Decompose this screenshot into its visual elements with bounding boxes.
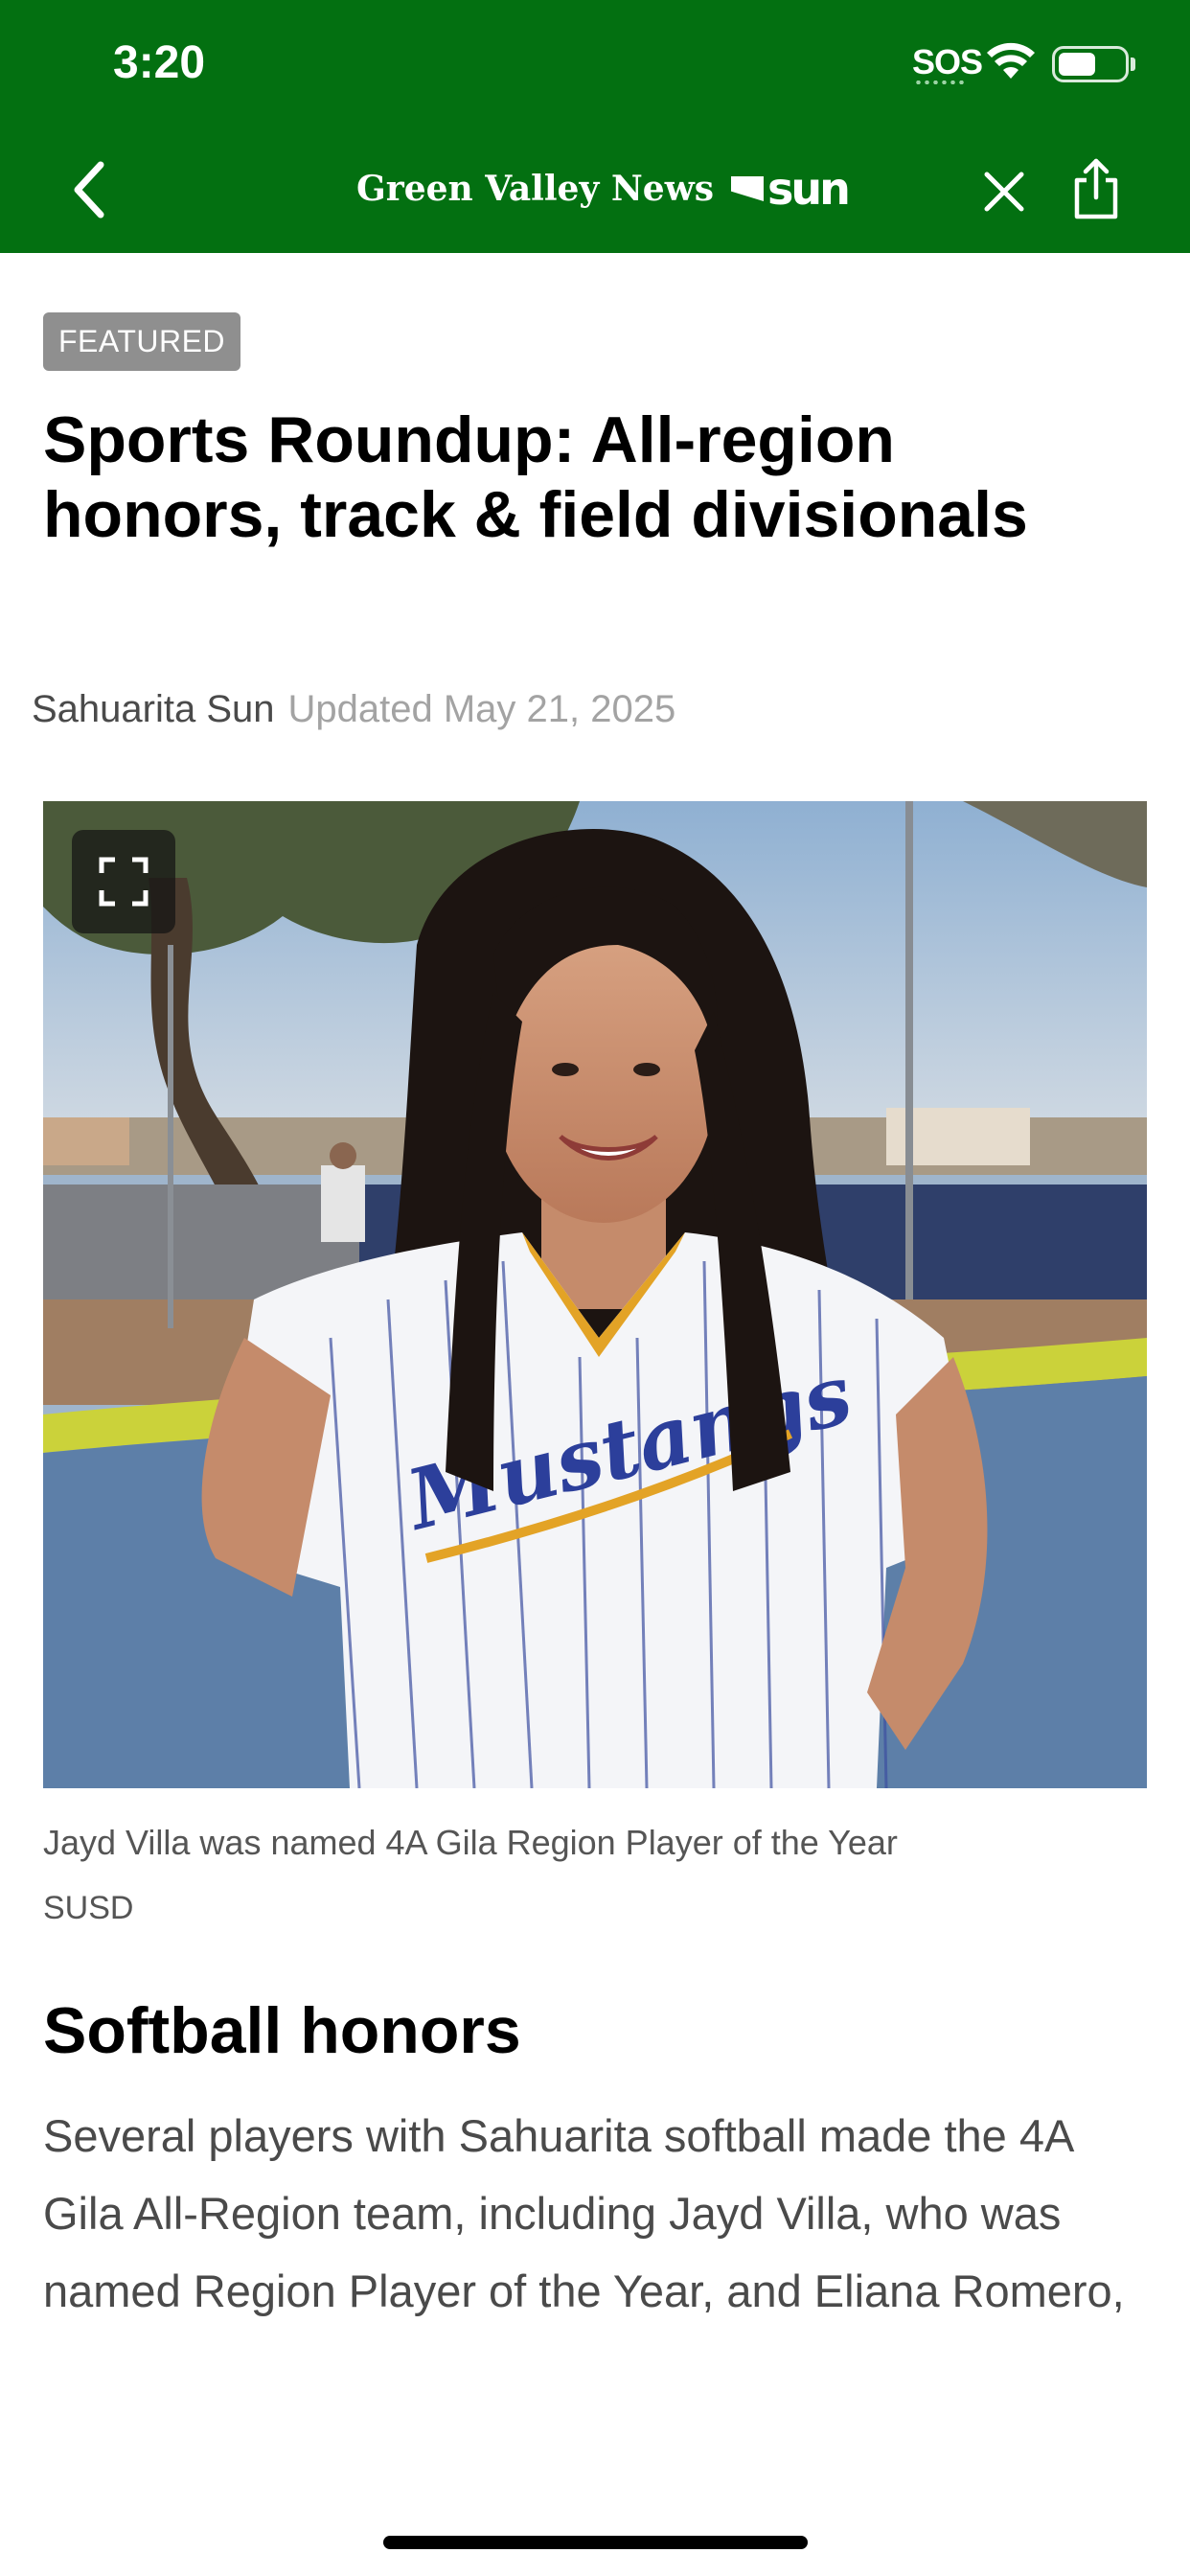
- back-button[interactable]: [63, 155, 115, 224]
- article-photo[interactable]: Mustangs: [43, 801, 1147, 1788]
- chevron-left-icon: [74, 161, 104, 218]
- brand-logo: Green Valley News sun: [356, 165, 851, 213]
- status-time: 3:20: [113, 37, 206, 88]
- home-indicator[interactable]: [383, 2536, 808, 2549]
- battery-icon: [1052, 46, 1129, 82]
- article-body: Several players with Sahuarita softball …: [43, 2097, 1155, 2331]
- article-source[interactable]: Sahuarita Sun: [32, 688, 275, 730]
- photo-credit: SUSD: [43, 1890, 134, 1926]
- photo-illustration: Mustangs: [43, 801, 1147, 1788]
- expand-icon: [99, 857, 149, 907]
- wifi-icon: [987, 42, 1035, 79]
- expand-image-button[interactable]: [72, 830, 175, 933]
- status-carrier: SOS: [912, 42, 983, 81]
- article-updated: Updated May 21, 2025: [287, 688, 676, 730]
- close-button[interactable]: [977, 165, 1031, 218]
- article-title: Sports Roundup: All-region honors, track…: [43, 403, 1028, 551]
- byline: Sahuarita Sun Updated May 21, 2025: [32, 688, 675, 731]
- brand-name: Green Valley News: [356, 169, 714, 209]
- share-button[interactable]: [1069, 157, 1123, 220]
- article-paragraph: Several players with Sahuarita softball …: [43, 2110, 1125, 2316]
- photo-caption: Jayd Villa was named 4A Gila Region Play…: [43, 1823, 898, 1862]
- brand-sun-logo: sun: [730, 167, 851, 211]
- signal-dots-icon: [914, 80, 964, 84]
- section-heading: Softball honors: [43, 1994, 521, 2067]
- featured-badge: FEATURED: [43, 312, 240, 371]
- top-bar: 3:20 SOS Green Valley News sun: [0, 0, 1190, 253]
